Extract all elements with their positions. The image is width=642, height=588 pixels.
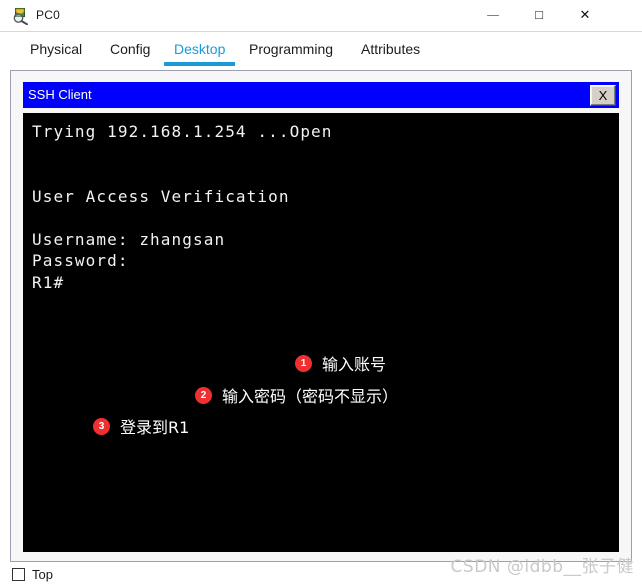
ssh-close-button[interactable]: X (590, 85, 616, 106)
annotation-2: 2 输入密码（密码不显示） (195, 383, 398, 407)
annotation-1-text: 输入账号 (322, 355, 387, 374)
top-checkbox[interactable] (12, 568, 25, 581)
pc0-window: PC0 — □ ✕ Physical Config Desktop Progra… (0, 0, 642, 588)
window-title: PC0 (36, 8, 60, 22)
desktop-content-panel: SSH Client X Trying 192.168.1.254 ...Ope… (10, 70, 632, 562)
maximize-icon: □ (535, 8, 543, 23)
annotation-3-text: 登录到R1 (120, 418, 190, 437)
pc-magnifier-icon (12, 7, 30, 26)
tab-config[interactable]: Config (104, 40, 156, 63)
annotation-2-badge: 2 (195, 386, 212, 404)
minimize-icon: — (486, 8, 500, 23)
maximize-button[interactable]: □ (516, 0, 562, 31)
bottom-bar: Top (0, 563, 642, 588)
terminal-output-area[interactable]: Trying 192.168.1.254 ...Open User Access… (23, 113, 619, 552)
annotation-3-badge: 3 (93, 417, 110, 435)
annotation-2-text: 输入密码（密码不显示） (222, 387, 399, 406)
terminal-text: Trying 192.168.1.254 ...Open User Access… (32, 122, 333, 292)
tab-programming[interactable]: Programming (243, 40, 339, 63)
window-title-bar: PC0 — □ ✕ (0, 0, 642, 32)
top-checkbox-row[interactable]: Top (12, 567, 53, 582)
minimize-button[interactable]: — (470, 0, 516, 31)
top-checkbox-label: Top (32, 567, 53, 582)
tab-desktop[interactable]: Desktop (163, 40, 236, 66)
close-icon: ✕ (579, 8, 591, 23)
annotation-1: 1 输入账号 (295, 351, 386, 375)
annotation-1-badge: 1 (295, 354, 312, 372)
tab-attributes[interactable]: Attributes (355, 40, 426, 63)
annotation-3: 3 登录到R1 (93, 414, 189, 438)
ssh-client-title-bar: SSH Client X (23, 82, 619, 108)
close-button[interactable]: ✕ (562, 0, 608, 31)
tab-bar: Physical Config Desktop Programming Attr… (0, 32, 642, 69)
ssh-client-title: SSH Client (28, 87, 92, 102)
ssh-client-window: SSH Client X Trying 192.168.1.254 ...Ope… (23, 82, 619, 552)
tab-physical[interactable]: Physical (24, 40, 88, 63)
